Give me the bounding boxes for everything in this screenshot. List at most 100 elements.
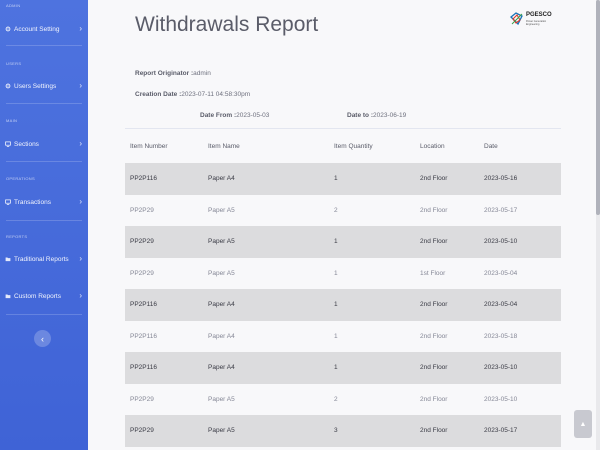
vertical-scrollbar-thumb[interactable]: [596, 0, 600, 215]
cell-location: 2nd Floor: [420, 332, 448, 340]
cell-location: 2nd Floor: [420, 427, 448, 435]
sidebar-item-label: Custom Reports: [14, 292, 61, 300]
column-header-date[interactable]: Date: [484, 143, 554, 150]
cell-item-name: Paper A4: [208, 332, 235, 340]
column-header-item-name[interactable]: Item Name: [208, 143, 334, 150]
page-title: Withdrawals Report: [135, 13, 319, 36]
table-header: Item Number Item Name Item Quantity Loca…: [125, 128, 561, 163]
divider: [6, 45, 82, 46]
divider: [6, 103, 82, 104]
cell-location: 1st Floor: [420, 269, 446, 277]
table-row[interactable]: PP2P29 Paper A5 1 1st Floor 2023-05-04: [125, 257, 561, 289]
chevron-right-icon: ›: [79, 24, 82, 33]
cell-location: 2nd Floor: [420, 175, 448, 183]
column-header-location[interactable]: Location: [420, 143, 484, 150]
cell-item-number: PP2P116: [130, 175, 157, 183]
cell-location: 2nd Floor: [420, 395, 448, 403]
cell-item-number: PP2P116: [130, 301, 157, 309]
table-row[interactable]: PP2P116 Paper A4 1 2nd Floor 2023-05-16: [125, 163, 561, 195]
cell-item-number: PP2P29: [130, 427, 154, 435]
chevron-right-icon: ›: [79, 139, 82, 148]
sidebar-item-users-settings[interactable]: Users Settings ›: [0, 78, 88, 94]
creation-date: Creation Date :2023-07-11 04:58:30pm: [135, 91, 250, 98]
section-title-users: USERS: [6, 61, 22, 66]
report-originator-value: admin: [193, 70, 211, 77]
cell-date: 2023-05-10: [484, 238, 518, 246]
table-row[interactable]: PP2P29 Paper A5 3 2nd Floor 2023-05-17: [125, 415, 561, 447]
logo-text: PGESCO: [526, 12, 552, 18]
cell-item-number: PP2P116: [130, 364, 157, 372]
cell-item-number: PP2P29: [130, 206, 154, 214]
report-originator-label: Report Originator :: [135, 70, 194, 77]
date-from: Date From :2023-05-03: [200, 112, 269, 119]
chevron-right-icon: ›: [79, 254, 82, 263]
sidebar-item-label: Account Setting: [14, 25, 60, 33]
cell-item-name: Paper A4: [208, 301, 235, 309]
cell-item-number: PP2P29: [130, 269, 154, 277]
cell-date: 2023-05-17: [484, 206, 518, 214]
monitor-icon: [5, 199, 11, 205]
table-row[interactable]: PP2P116 Paper A4 1 2nd Floor 2023-05-04: [125, 289, 561, 321]
sidebar-toggle-button[interactable]: ‹: [34, 330, 51, 347]
table-row[interactable]: PP2P29 Paper A5 1 2nd Floor 2023-05-10: [125, 226, 561, 258]
main-content: Withdrawals Report PGESCO Power Generati…: [88, 0, 600, 450]
report-originator: Report Originator :admin: [135, 70, 211, 77]
cell-location: 2nd Floor: [420, 238, 448, 246]
pgesco-logo-icon: [510, 12, 523, 26]
cell-item-name: Paper A5: [208, 206, 235, 214]
sidebar-item-traditional-reports[interactable]: Traditional Reports ›: [0, 251, 88, 267]
cell-item-name: Paper A5: [208, 395, 235, 403]
section-title-operations: OPERATIONS: [6, 176, 35, 181]
cell-item-quantity: 1: [334, 175, 338, 183]
folder-icon: [5, 256, 11, 262]
cell-item-name: Paper A5: [208, 269, 235, 277]
section-title-reports: REPORTS: [6, 234, 28, 239]
cell-item-number: PP2P29: [130, 238, 154, 246]
table-row[interactable]: PP2P29 Paper A5 2 2nd Floor 2023-05-10: [125, 383, 561, 415]
cell-item-number: PP2P29: [130, 395, 154, 403]
cell-item-name: Paper A5: [208, 238, 235, 246]
cell-item-quantity: 1: [334, 301, 338, 309]
table-row[interactable]: PP2P29 Paper A5 2 2nd Floor 2023-05-17: [125, 194, 561, 226]
cell-location: 2nd Floor: [420, 301, 448, 309]
withdrawals-table: Item Number Item Name Item Quantity Loca…: [125, 128, 561, 447]
divider: [6, 314, 82, 315]
column-header-item-quantity[interactable]: Item Quantity: [334, 143, 420, 150]
folder-icon: [5, 293, 11, 299]
chevron-right-icon: ›: [79, 197, 82, 206]
cell-item-name: Paper A4: [208, 175, 235, 183]
table-row[interactable]: PP2P116 Paper A4 1 2nd Floor 2023-05-18: [125, 320, 561, 352]
cell-date: 2023-05-16: [484, 175, 518, 183]
cell-date: 2023-05-18: [484, 332, 518, 340]
cell-date: 2023-05-04: [484, 301, 518, 309]
scroll-to-top-button[interactable]: ▲: [574, 410, 592, 438]
gear-icon: [5, 83, 11, 89]
sidebar-item-custom-reports[interactable]: Custom Reports ›: [0, 288, 88, 304]
section-title-admin: ADMIN: [6, 3, 21, 8]
column-header-item-number[interactable]: Item Number: [130, 143, 213, 150]
date-from-label: Date From :: [200, 112, 237, 119]
table-row[interactable]: PP2P116 Paper A4 1 2nd Floor 2023-05-10: [125, 352, 561, 384]
creation-date-value: 2023-07-11 04:58:30pm: [181, 91, 251, 98]
date-to-label: Date to :: [347, 112, 373, 119]
cell-item-quantity: 1: [334, 332, 338, 340]
company-logo: PGESCO Power Generation Engineering: [510, 10, 554, 28]
sidebar-item-label: Users Settings: [14, 82, 57, 90]
cell-item-quantity: 1: [334, 238, 338, 246]
sidebar-item-label: Transactions: [14, 198, 51, 206]
sidebar-item-label: Sections: [14, 140, 39, 148]
chevron-right-icon: ›: [79, 291, 82, 300]
cell-item-quantity: 3: [334, 427, 338, 435]
cell-item-number: PP2P116: [130, 332, 157, 340]
cell-date: 2023-05-10: [484, 364, 518, 372]
sidebar-item-sections[interactable]: Sections ›: [0, 136, 88, 152]
cell-date: 2023-05-04: [484, 269, 518, 277]
gear-icon: [5, 26, 11, 32]
cell-item-name: Paper A4: [208, 364, 235, 372]
date-from-value: 2023-05-03: [236, 112, 270, 119]
sidebar-item-account-setting[interactable]: Account Setting ›: [0, 21, 88, 37]
section-title-main: MAIN: [6, 118, 18, 123]
sidebar-item-transactions[interactable]: Transactions ›: [0, 194, 88, 210]
chevron-right-icon: ›: [79, 81, 82, 90]
logo-subtitle: Power Generation Engineering: [526, 20, 547, 26]
